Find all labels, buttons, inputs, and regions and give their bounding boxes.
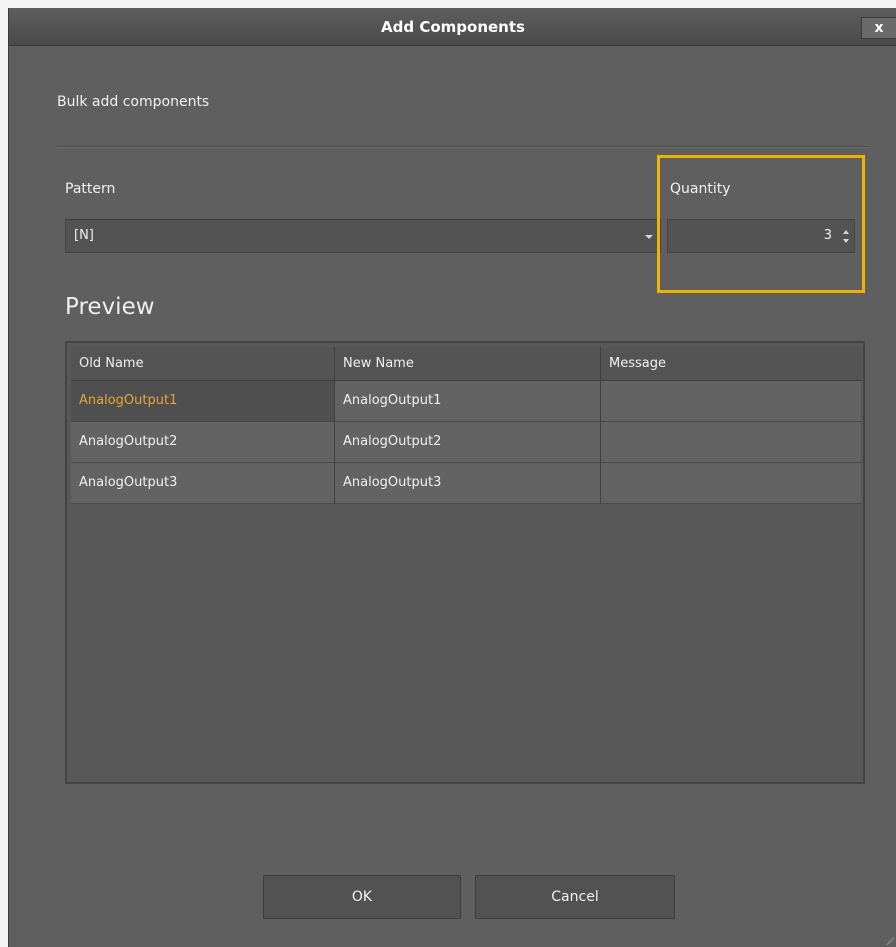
pattern-value: [N] [74,228,94,243]
cell-message[interactable] [601,422,861,462]
table-body: AnalogOutput1 AnalogOutput1 AnalogOutput… [71,381,861,504]
table-header: Old Name New Name Message [71,347,861,381]
column-header-label: Message [609,356,666,371]
column-header-label: Old Name [79,356,144,371]
quantity-value: 3 [823,228,832,243]
resize-grip-icon[interactable] [884,935,894,945]
quantity-stepper[interactable]: 3 [667,219,855,253]
pattern-label: Pattern [65,181,116,197]
title-bar: Add Components x [9,8,896,46]
table-row[interactable]: AnalogOutput3 AnalogOutput3 [71,463,861,504]
dialog-subtitle: Bulk add components [57,94,210,110]
spin-down-icon[interactable] [843,239,849,243]
cell-old-name[interactable]: AnalogOutput1 [71,381,335,421]
column-header-old-name[interactable]: Old Name [71,347,335,380]
column-header-new-name[interactable]: New Name [335,347,601,380]
preview-table: Old Name New Name Message AnalogOutput1 … [65,341,865,784]
column-header-label: New Name [343,356,414,371]
cell-message[interactable] [601,463,861,503]
dropdown-arrow-icon [645,235,653,239]
column-header-message[interactable]: Message [601,347,861,380]
cancel-button[interactable]: Cancel [475,875,675,919]
close-button[interactable]: x [861,17,896,39]
spin-up-icon[interactable] [843,230,849,234]
cell-message[interactable] [601,381,861,421]
cell-text: AnalogOutput2 [79,434,178,449]
cell-text: AnalogOutput3 [343,475,442,490]
quantity-label: Quantity [670,181,731,197]
cell-text: AnalogOutput1 [79,393,178,408]
cell-text: AnalogOutput3 [79,475,178,490]
table-row[interactable]: AnalogOutput2 AnalogOutput2 [71,422,861,463]
cell-old-name[interactable]: AnalogOutput2 [71,422,335,462]
cell-old-name[interactable]: AnalogOutput3 [71,463,335,503]
cell-text: AnalogOutput2 [343,434,442,449]
cell-new-name[interactable]: AnalogOutput2 [335,422,601,462]
pattern-dropdown[interactable]: [N] [65,219,661,253]
cell-new-name[interactable]: AnalogOutput1 [335,381,601,421]
close-icon: x [874,20,884,36]
section-divider [57,146,869,148]
cell-text: AnalogOutput1 [343,393,442,408]
preview-heading: Preview [65,294,155,320]
table-row[interactable]: AnalogOutput1 AnalogOutput1 [71,381,861,422]
add-components-dialog: Add Components x Bulk add components Pat… [8,8,896,947]
dialog-title: Add Components [381,18,525,36]
cell-new-name[interactable]: AnalogOutput3 [335,463,601,503]
ok-button[interactable]: OK [263,875,461,919]
